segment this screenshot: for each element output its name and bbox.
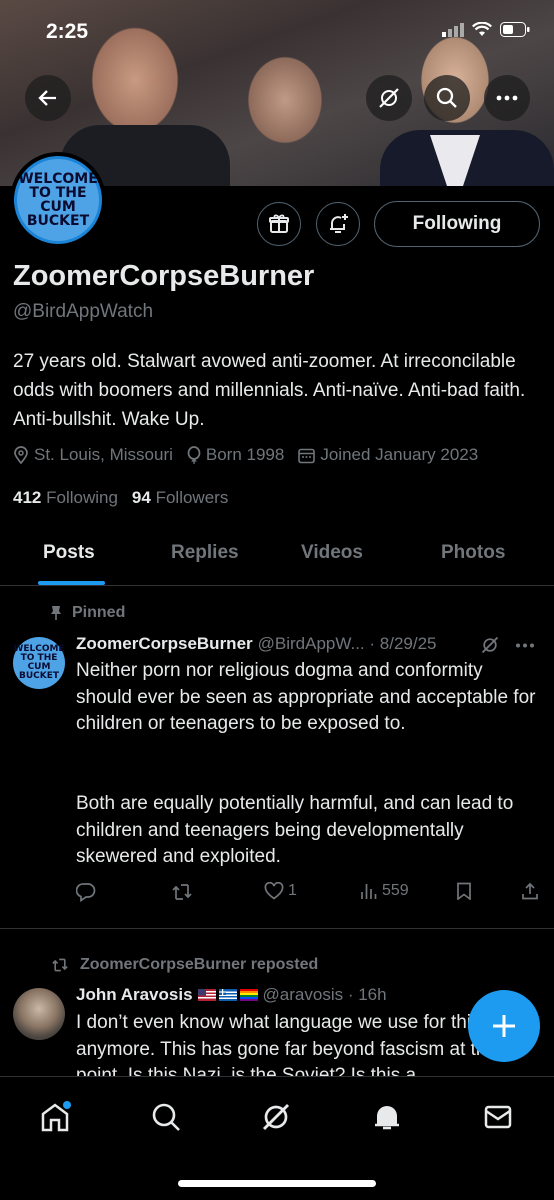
post-text-paragraph-1: Neither porn nor religious dogma and con… bbox=[76, 660, 536, 734]
gift-icon bbox=[269, 214, 289, 233]
nav-notifications[interactable] bbox=[367, 1097, 407, 1137]
like-count: 1 bbox=[288, 882, 297, 899]
views-count: 559 bbox=[382, 882, 409, 899]
nav-grok[interactable] bbox=[256, 1097, 296, 1137]
notify-button[interactable] bbox=[316, 202, 360, 246]
wifi-icon bbox=[472, 22, 492, 36]
tab-replies[interactable]: Replies bbox=[171, 542, 239, 564]
nav-explore[interactable] bbox=[146, 1097, 186, 1137]
profile-meta: St. Louis, Missouri Born 1998 Joined Jan… bbox=[13, 445, 478, 465]
back-arrow-icon bbox=[38, 90, 56, 106]
tab-posts[interactable]: Posts bbox=[43, 542, 95, 564]
profile-born: Born 1998 bbox=[205, 445, 285, 464]
notifications-icon bbox=[375, 1106, 399, 1130]
post-text-paragraph-2: Both are equally potentially harmful, an… bbox=[76, 793, 514, 867]
bookmark-button[interactable] bbox=[456, 882, 472, 900]
retweet-icon bbox=[172, 884, 192, 900]
profile-location: St. Louis, Missouri bbox=[34, 445, 173, 464]
post-avatar[interactable]: WELCOME TO THE CUM BUCKET bbox=[13, 637, 65, 689]
post-header: ZoomerCorpseBurner @BirdAppW... · 8/29/2… bbox=[76, 634, 436, 654]
location-icon bbox=[14, 446, 28, 464]
profile-tabs: Posts Replies Videos Photos bbox=[0, 530, 554, 586]
tab-photos[interactable]: Photos bbox=[441, 542, 505, 564]
more-button[interactable] bbox=[484, 75, 530, 121]
explore-icon bbox=[152, 1103, 180, 1131]
following-link[interactable]: 412 Following bbox=[13, 488, 118, 508]
profile-counts: 412 Following 94 Followers bbox=[13, 488, 228, 508]
status-bar: 2:25 bbox=[0, 0, 554, 60]
status-time: 2:25 bbox=[46, 20, 89, 43]
greece-flag-icon bbox=[218, 989, 237, 1001]
messages-icon bbox=[484, 1105, 512, 1129]
profile-joined: Joined January 2023 bbox=[320, 445, 479, 464]
grok-icon bbox=[262, 1103, 290, 1131]
repost-author-avatar[interactable] bbox=[13, 988, 65, 1040]
like-button[interactable]: 1 bbox=[264, 882, 297, 900]
views-icon bbox=[361, 884, 377, 899]
balloon-icon bbox=[187, 446, 201, 464]
followers-link[interactable]: 94 Followers bbox=[132, 488, 228, 508]
grok-button[interactable] bbox=[366, 75, 412, 121]
post-actions: 1 559 bbox=[76, 880, 542, 908]
gift-button[interactable] bbox=[257, 202, 301, 246]
plus-icon bbox=[493, 1015, 515, 1037]
repost-header: John Aravosis @aravosis · 16h bbox=[76, 985, 387, 1005]
post-handle-date: @BirdAppW... · 8/29/25 bbox=[257, 634, 437, 653]
profile-bio: 27 years old. Stalwart avowed anti-zoome… bbox=[13, 351, 526, 430]
reply-icon bbox=[76, 883, 96, 902]
flag-emojis bbox=[197, 989, 258, 1001]
repost-author[interactable]: John Aravosis bbox=[76, 985, 193, 1005]
search-icon bbox=[436, 87, 457, 108]
reply-button[interactable] bbox=[76, 882, 96, 902]
share-button[interactable] bbox=[521, 882, 539, 900]
signal-icon bbox=[442, 22, 464, 37]
more-icon bbox=[496, 95, 518, 101]
avatar-image-text: WELCOME TO THE CUM BUCKET bbox=[17, 159, 99, 241]
grok-icon bbox=[379, 88, 399, 108]
pinned-label: Pinned bbox=[50, 604, 125, 622]
more-icon[interactable] bbox=[515, 643, 535, 648]
like-icon bbox=[264, 882, 284, 900]
profile-avatar[interactable]: WELCOME TO THE CUM BUCKET bbox=[10, 152, 106, 248]
repost-label: ZoomerCorpseBurner reposted bbox=[50, 956, 318, 974]
following-button[interactable]: Following bbox=[374, 201, 540, 247]
search-button[interactable] bbox=[424, 75, 470, 121]
rainbow-flag-icon bbox=[239, 989, 258, 1001]
tab-active-indicator bbox=[38, 581, 105, 585]
calendar-icon bbox=[298, 448, 316, 463]
post-author[interactable]: ZoomerCorpseBurner bbox=[76, 634, 253, 654]
repost-button[interactable] bbox=[171, 882, 193, 902]
nav-home[interactable] bbox=[35, 1097, 75, 1137]
nav-messages[interactable] bbox=[478, 1097, 518, 1137]
grok-icon[interactable] bbox=[480, 635, 500, 655]
post-divider bbox=[0, 928, 554, 929]
profile-handle: @BirdAppWatch bbox=[13, 301, 154, 322]
views-button[interactable]: 559 bbox=[360, 882, 409, 900]
tab-videos[interactable]: Videos bbox=[301, 542, 363, 564]
profile-display-name: ZoomerCorpseBurner bbox=[13, 260, 315, 292]
bell-plus-icon bbox=[330, 214, 348, 233]
bookmark-icon bbox=[457, 882, 471, 900]
share-icon bbox=[522, 882, 538, 900]
back-button[interactable] bbox=[25, 75, 71, 121]
home-indicator bbox=[178, 1180, 376, 1187]
us-flag-icon bbox=[197, 989, 216, 1001]
battery-icon bbox=[500, 22, 530, 37]
retweet-icon bbox=[52, 958, 68, 972]
compose-button[interactable] bbox=[468, 990, 540, 1062]
pin-icon bbox=[51, 606, 61, 620]
repost-handle-date: @aravosis · 16h bbox=[262, 985, 387, 1004]
home-icon bbox=[41, 1101, 71, 1132]
